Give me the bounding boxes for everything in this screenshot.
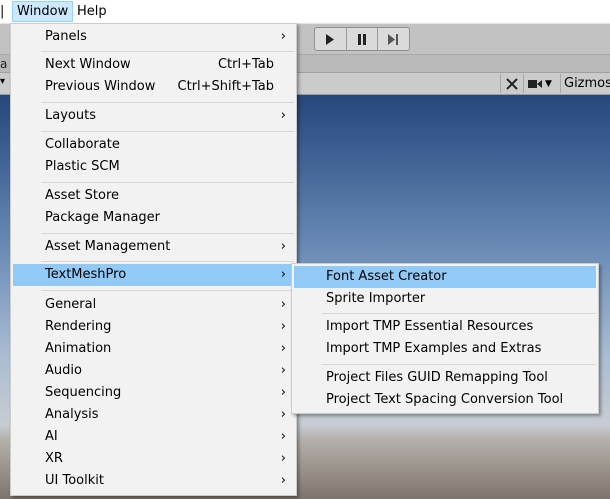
chevron-right-icon: › bbox=[280, 319, 286, 334]
chevron-right-icon: › bbox=[280, 29, 286, 44]
window-menu: Panels › Next Window Ctrl+Tab Previous Win… bbox=[10, 23, 297, 496]
menu-item-label: Sequencing bbox=[45, 385, 122, 400]
menu-item-font-asset-creator[interactable]: Font Asset Creator bbox=[294, 266, 596, 288]
menu-item-next-window[interactable]: Next Window Ctrl+Tab bbox=[13, 54, 294, 76]
menu-item-asset-management[interactable]: Asset Management › bbox=[13, 236, 294, 258]
scene-tools: ▼ bbox=[500, 74, 556, 93]
menu-item-label: Layouts bbox=[45, 108, 96, 123]
tools-button[interactable] bbox=[500, 74, 523, 93]
chevron-right-icon: › bbox=[280, 473, 286, 488]
menu-separator bbox=[41, 233, 294, 234]
menu-item-label: Collaborate bbox=[45, 137, 120, 152]
menu-item-xr[interactable]: XR › bbox=[13, 448, 294, 470]
menu-item-previous-window[interactable]: Previous Window Ctrl+Shift+Tab bbox=[13, 76, 294, 98]
menu-separator bbox=[41, 261, 294, 262]
menu-separator bbox=[41, 102, 294, 103]
menu-item-ui-toolkit[interactable]: UI Toolkit › bbox=[13, 470, 294, 492]
menu-item-label: General bbox=[45, 297, 97, 312]
menubar: | Window Help bbox=[0, 0, 610, 24]
menu-separator bbox=[322, 364, 596, 365]
chevron-right-icon: › bbox=[280, 239, 286, 254]
menu-item-sprite-importer[interactable]: Sprite Importer bbox=[294, 288, 596, 310]
chevron-right-icon: › bbox=[280, 363, 286, 378]
menu-item-label: AI bbox=[45, 429, 58, 444]
menu-item-label: Animation bbox=[45, 341, 112, 356]
chevron-right-icon: › bbox=[280, 451, 286, 466]
menu-item-label: XR bbox=[45, 451, 63, 466]
menu-item-shortcut: Ctrl+Shift+Tab bbox=[177, 79, 274, 94]
chevron-right-icon: › bbox=[280, 341, 286, 356]
menu-item-label: Font Asset Creator bbox=[326, 269, 447, 284]
chevron-right-icon: › bbox=[280, 385, 286, 400]
menu-item-general[interactable]: General › bbox=[13, 294, 294, 316]
menu-item-label: Plastic SCM bbox=[45, 159, 120, 174]
menu-item-label: Import TMP Examples and Extras bbox=[326, 341, 542, 356]
chevron-right-icon: › bbox=[280, 297, 286, 312]
menu-separator bbox=[41, 182, 294, 183]
pause-button[interactable] bbox=[347, 28, 379, 50]
menu-item-package-manager[interactable]: Package Manager bbox=[13, 207, 294, 229]
menu-item-audio[interactable]: Audio › bbox=[13, 360, 294, 382]
menu-item-analysis[interactable]: Analysis › bbox=[13, 404, 294, 426]
menu-item-ai[interactable]: AI › bbox=[13, 426, 294, 448]
menu-separator bbox=[41, 51, 294, 52]
chevron-right-icon: › bbox=[280, 407, 286, 422]
menu-item-text-spacing-conversion[interactable]: Project Text Spacing Conversion Tool bbox=[294, 389, 596, 411]
menu-item-rendering[interactable]: Rendering › bbox=[13, 316, 294, 338]
step-icon bbox=[388, 33, 399, 45]
menu-item-label: Project Text Spacing Conversion Tool bbox=[326, 392, 564, 407]
tools-icon bbox=[506, 77, 518, 90]
menubar-item-window[interactable]: Window bbox=[12, 1, 74, 22]
menu-item-label: Previous Window bbox=[45, 79, 156, 94]
menu-item-label: Next Window bbox=[45, 57, 131, 72]
menu-item-label: Asset Store bbox=[45, 188, 120, 203]
menu-item-animation[interactable]: Animation › bbox=[13, 338, 294, 360]
menu-item-label: Analysis bbox=[45, 407, 99, 422]
play-icon bbox=[326, 33, 335, 45]
menubar-item-help[interactable]: Help bbox=[73, 2, 111, 21]
menu-item-label: Panels bbox=[45, 29, 87, 44]
menu-item-import-tmp-examples[interactable]: Import TMP Examples and Extras bbox=[294, 338, 596, 360]
menu-item-textmeshpro[interactable]: TextMeshPro › bbox=[13, 264, 294, 286]
menu-item-label: TextMeshPro bbox=[45, 267, 127, 282]
menu-separator bbox=[41, 131, 294, 132]
menu-item-label: UI Toolkit bbox=[45, 473, 104, 488]
pause-icon bbox=[358, 33, 366, 45]
chevron-down-icon: ▼ bbox=[545, 78, 552, 89]
menubar-item-partial[interactable]: | bbox=[0, 2, 10, 21]
menu-separator bbox=[322, 313, 596, 314]
chevron-right-icon: › bbox=[280, 429, 286, 444]
menu-item-label: Package Manager bbox=[45, 210, 161, 225]
menu-item-plastic-scm[interactable]: Plastic SCM bbox=[13, 156, 294, 178]
menu-item-collaborate[interactable]: Collaborate bbox=[13, 134, 294, 156]
textmeshpro-submenu: Font Asset Creator Sprite Importer Impor… bbox=[291, 263, 599, 414]
camera-icon bbox=[528, 79, 542, 88]
play-controls bbox=[314, 27, 410, 51]
menu-item-asset-store[interactable]: Asset Store bbox=[13, 185, 294, 207]
step-button[interactable] bbox=[378, 28, 409, 50]
menu-item-shortcut: Ctrl+Tab bbox=[217, 57, 274, 72]
chevron-right-icon: › bbox=[280, 267, 286, 282]
menu-item-label: Import TMP Essential Resources bbox=[326, 319, 534, 334]
menu-separator bbox=[41, 290, 294, 291]
play-button[interactable] bbox=[315, 28, 347, 50]
menu-item-label: Rendering bbox=[45, 319, 112, 334]
menu-item-panels[interactable]: Panels › bbox=[13, 26, 294, 48]
chevron-right-icon: › bbox=[280, 108, 286, 123]
menu-item-import-tmp-essential[interactable]: Import TMP Essential Resources bbox=[294, 316, 596, 338]
camera-button[interactable]: ▼ bbox=[523, 74, 556, 93]
menu-item-label: Project Files GUID Remapping Tool bbox=[326, 370, 548, 385]
menu-item-label: Audio bbox=[45, 363, 82, 378]
menu-item-label: Sprite Importer bbox=[326, 291, 426, 306]
menu-item-guid-remapping[interactable]: Project Files GUID Remapping Tool bbox=[294, 367, 596, 389]
menu-item-layouts[interactable]: Layouts › bbox=[13, 105, 294, 127]
menu-item-label: Asset Management bbox=[45, 239, 171, 254]
dropdown-icon[interactable]: ▾ bbox=[0, 76, 5, 87]
tab-partial[interactable]: a bbox=[0, 57, 7, 71]
gizmos-button[interactable]: Gizmos bbox=[560, 74, 610, 93]
menu-item-sequencing[interactable]: Sequencing › bbox=[13, 382, 294, 404]
